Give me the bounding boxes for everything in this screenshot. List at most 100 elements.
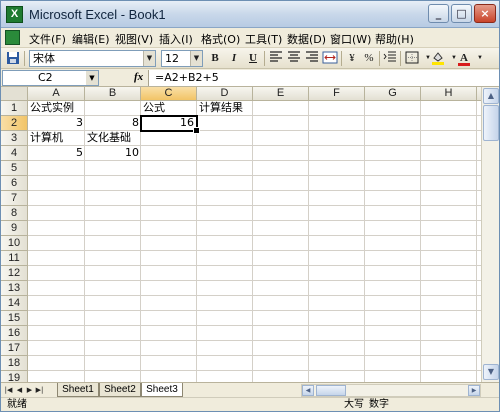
row-header-2[interactable]: 2	[1, 116, 28, 131]
column-header-h[interactable]: H	[421, 87, 477, 101]
column-header-f[interactable]: F	[309, 87, 365, 101]
window-title: Microsoft Excel - Book1	[29, 7, 166, 22]
spreadsheet-grid[interactable]: A B C D E F G H 1 2 3 4 5 6 7 8 9 10 11 …	[1, 87, 481, 382]
close-button[interactable]: ×	[474, 4, 496, 23]
toolbar-separator	[400, 51, 401, 66]
chevron-down-icon[interactable]: ▼	[472, 51, 488, 66]
cell-b2[interactable]: 8	[85, 116, 141, 131]
toolbar-separator	[24, 51, 25, 66]
chevron-down-icon[interactable]: ▼	[143, 51, 155, 66]
sheet-tab-1[interactable]: Sheet1	[57, 383, 99, 397]
cell-c1[interactable]: 公式	[141, 101, 197, 116]
cell-a4[interactable]: 5	[28, 146, 85, 161]
chevron-down-icon[interactable]: ▼	[86, 71, 98, 85]
last-sheet-icon[interactable]: ▶|	[35, 385, 44, 396]
row-header-17[interactable]: 17	[1, 341, 28, 356]
borders-icon[interactable]	[404, 51, 420, 66]
select-all-corner[interactable]	[1, 87, 28, 101]
menu-file[interactable]: 文件(F)	[29, 31, 66, 47]
row-header-18[interactable]: 18	[1, 356, 28, 371]
percent-button[interactable]: %	[361, 51, 377, 66]
merge-center-icon[interactable]	[322, 51, 338, 66]
row-header-6[interactable]: 6	[1, 176, 28, 191]
toolbar-separator	[341, 51, 342, 66]
sheet-tab-2[interactable]: Sheet2	[99, 383, 141, 397]
vertical-scroll-thumb[interactable]	[483, 105, 499, 141]
menu-insert[interactable]: 插入(I)	[159, 31, 193, 47]
align-center-icon[interactable]	[286, 51, 302, 66]
fill-color-icon[interactable]	[430, 51, 446, 66]
scroll-left-icon[interactable]: ◀	[302, 385, 314, 396]
row-header-12[interactable]: 12	[1, 266, 28, 281]
title-bar[interactable]: X Microsoft Excel - Book1 _ □ ×	[1, 1, 499, 28]
row-header-16[interactable]: 16	[1, 326, 28, 341]
toolbar-separator	[379, 51, 380, 66]
menu-format[interactable]: 格式(O)	[201, 31, 240, 47]
row-header-13[interactable]: 13	[1, 281, 28, 296]
save-icon[interactable]	[5, 51, 21, 66]
align-right-icon[interactable]	[304, 51, 320, 66]
row-header-10[interactable]: 10	[1, 236, 28, 251]
row-header-9[interactable]: 9	[1, 221, 28, 236]
chevron-down-icon[interactable]: ▼	[190, 51, 202, 66]
sheet-tab-3[interactable]: Sheet3	[141, 383, 183, 397]
horizontal-scroll-thumb[interactable]	[316, 385, 346, 396]
workbook-icon[interactable]	[5, 30, 20, 45]
menu-help[interactable]: 帮助(H)	[375, 31, 414, 47]
vertical-scrollbar[interactable]: ▲ ▼	[481, 87, 499, 382]
column-header-c[interactable]: C	[141, 87, 197, 101]
italic-button[interactable]: I	[226, 51, 242, 66]
row-header-4[interactable]: 4	[1, 146, 28, 161]
menu-edit[interactable]: 编辑(E)	[72, 31, 110, 47]
menu-tools[interactable]: 工具(T)	[245, 31, 282, 47]
underline-button[interactable]: U	[245, 51, 261, 66]
insert-function-icon[interactable]: fx	[134, 71, 143, 83]
sheet-tab-strip: |◀ ◀ ▶ ▶| Sheet1 Sheet2 Sheet3 ◀ ▶	[1, 382, 499, 397]
row-header-1[interactable]: 1	[1, 101, 28, 116]
cell-c2-active[interactable]: 16	[140, 115, 200, 134]
formula-input[interactable]: =A2+B2+5	[148, 70, 499, 86]
menu-window[interactable]: 窗口(W)	[330, 31, 371, 47]
cell-d1[interactable]: 计算结果	[197, 101, 253, 116]
column-header-d[interactable]: D	[197, 87, 253, 101]
font-name-select[interactable]: 宋体 ▼	[29, 50, 156, 67]
row-header-3[interactable]: 3	[1, 131, 28, 146]
scroll-right-icon[interactable]: ▶	[468, 385, 480, 396]
scroll-up-icon[interactable]: ▲	[483, 88, 499, 104]
indent-icon[interactable]	[382, 51, 398, 66]
font-size-select[interactable]: 12 ▼	[161, 50, 203, 67]
row-header-14[interactable]: 14	[1, 296, 28, 311]
maximize-button[interactable]: □	[451, 4, 472, 23]
name-box[interactable]: C2 ▼	[2, 70, 99, 86]
row-header-5[interactable]: 5	[1, 161, 28, 176]
formula-bar: C2 ▼ fx =A2+B2+5	[1, 69, 499, 87]
currency-button[interactable]: ¥	[344, 51, 360, 66]
row-header-8[interactable]: 8	[1, 206, 28, 221]
column-header-a[interactable]: A	[28, 87, 85, 101]
column-header-g[interactable]: G	[365, 87, 421, 101]
cell-a1[interactable]: 公式实例	[28, 101, 85, 116]
bold-button[interactable]: B	[207, 51, 223, 66]
row-header-11[interactable]: 11	[1, 251, 28, 266]
next-sheet-icon[interactable]: ▶	[25, 385, 34, 396]
cell-b4[interactable]: 10	[85, 146, 141, 161]
cell-a2[interactable]: 3	[28, 116, 85, 131]
menu-view[interactable]: 视图(V)	[115, 31, 153, 47]
align-left-icon[interactable]	[268, 51, 284, 66]
status-num: 数字	[369, 399, 389, 410]
font-color-button[interactable]: A	[456, 51, 472, 66]
horizontal-scrollbar[interactable]: ◀ ▶	[301, 384, 481, 397]
menu-data[interactable]: 数据(D)	[287, 31, 326, 47]
row-header-19[interactable]: 19	[1, 371, 28, 382]
row-header-15[interactable]: 15	[1, 311, 28, 326]
first-sheet-icon[interactable]: |◀	[4, 385, 13, 396]
row-header-7[interactable]: 7	[1, 191, 28, 206]
scroll-down-icon[interactable]: ▼	[483, 364, 499, 380]
cell-b3[interactable]: 文化基础	[85, 131, 141, 146]
excel-app-icon[interactable]: X	[6, 6, 23, 23]
minimize-button[interactable]: _	[428, 4, 449, 23]
prev-sheet-icon[interactable]: ◀	[15, 385, 24, 396]
cell-a3[interactable]: 计算机	[28, 131, 85, 146]
column-header-b[interactable]: B	[85, 87, 141, 101]
column-header-e[interactable]: E	[253, 87, 309, 101]
